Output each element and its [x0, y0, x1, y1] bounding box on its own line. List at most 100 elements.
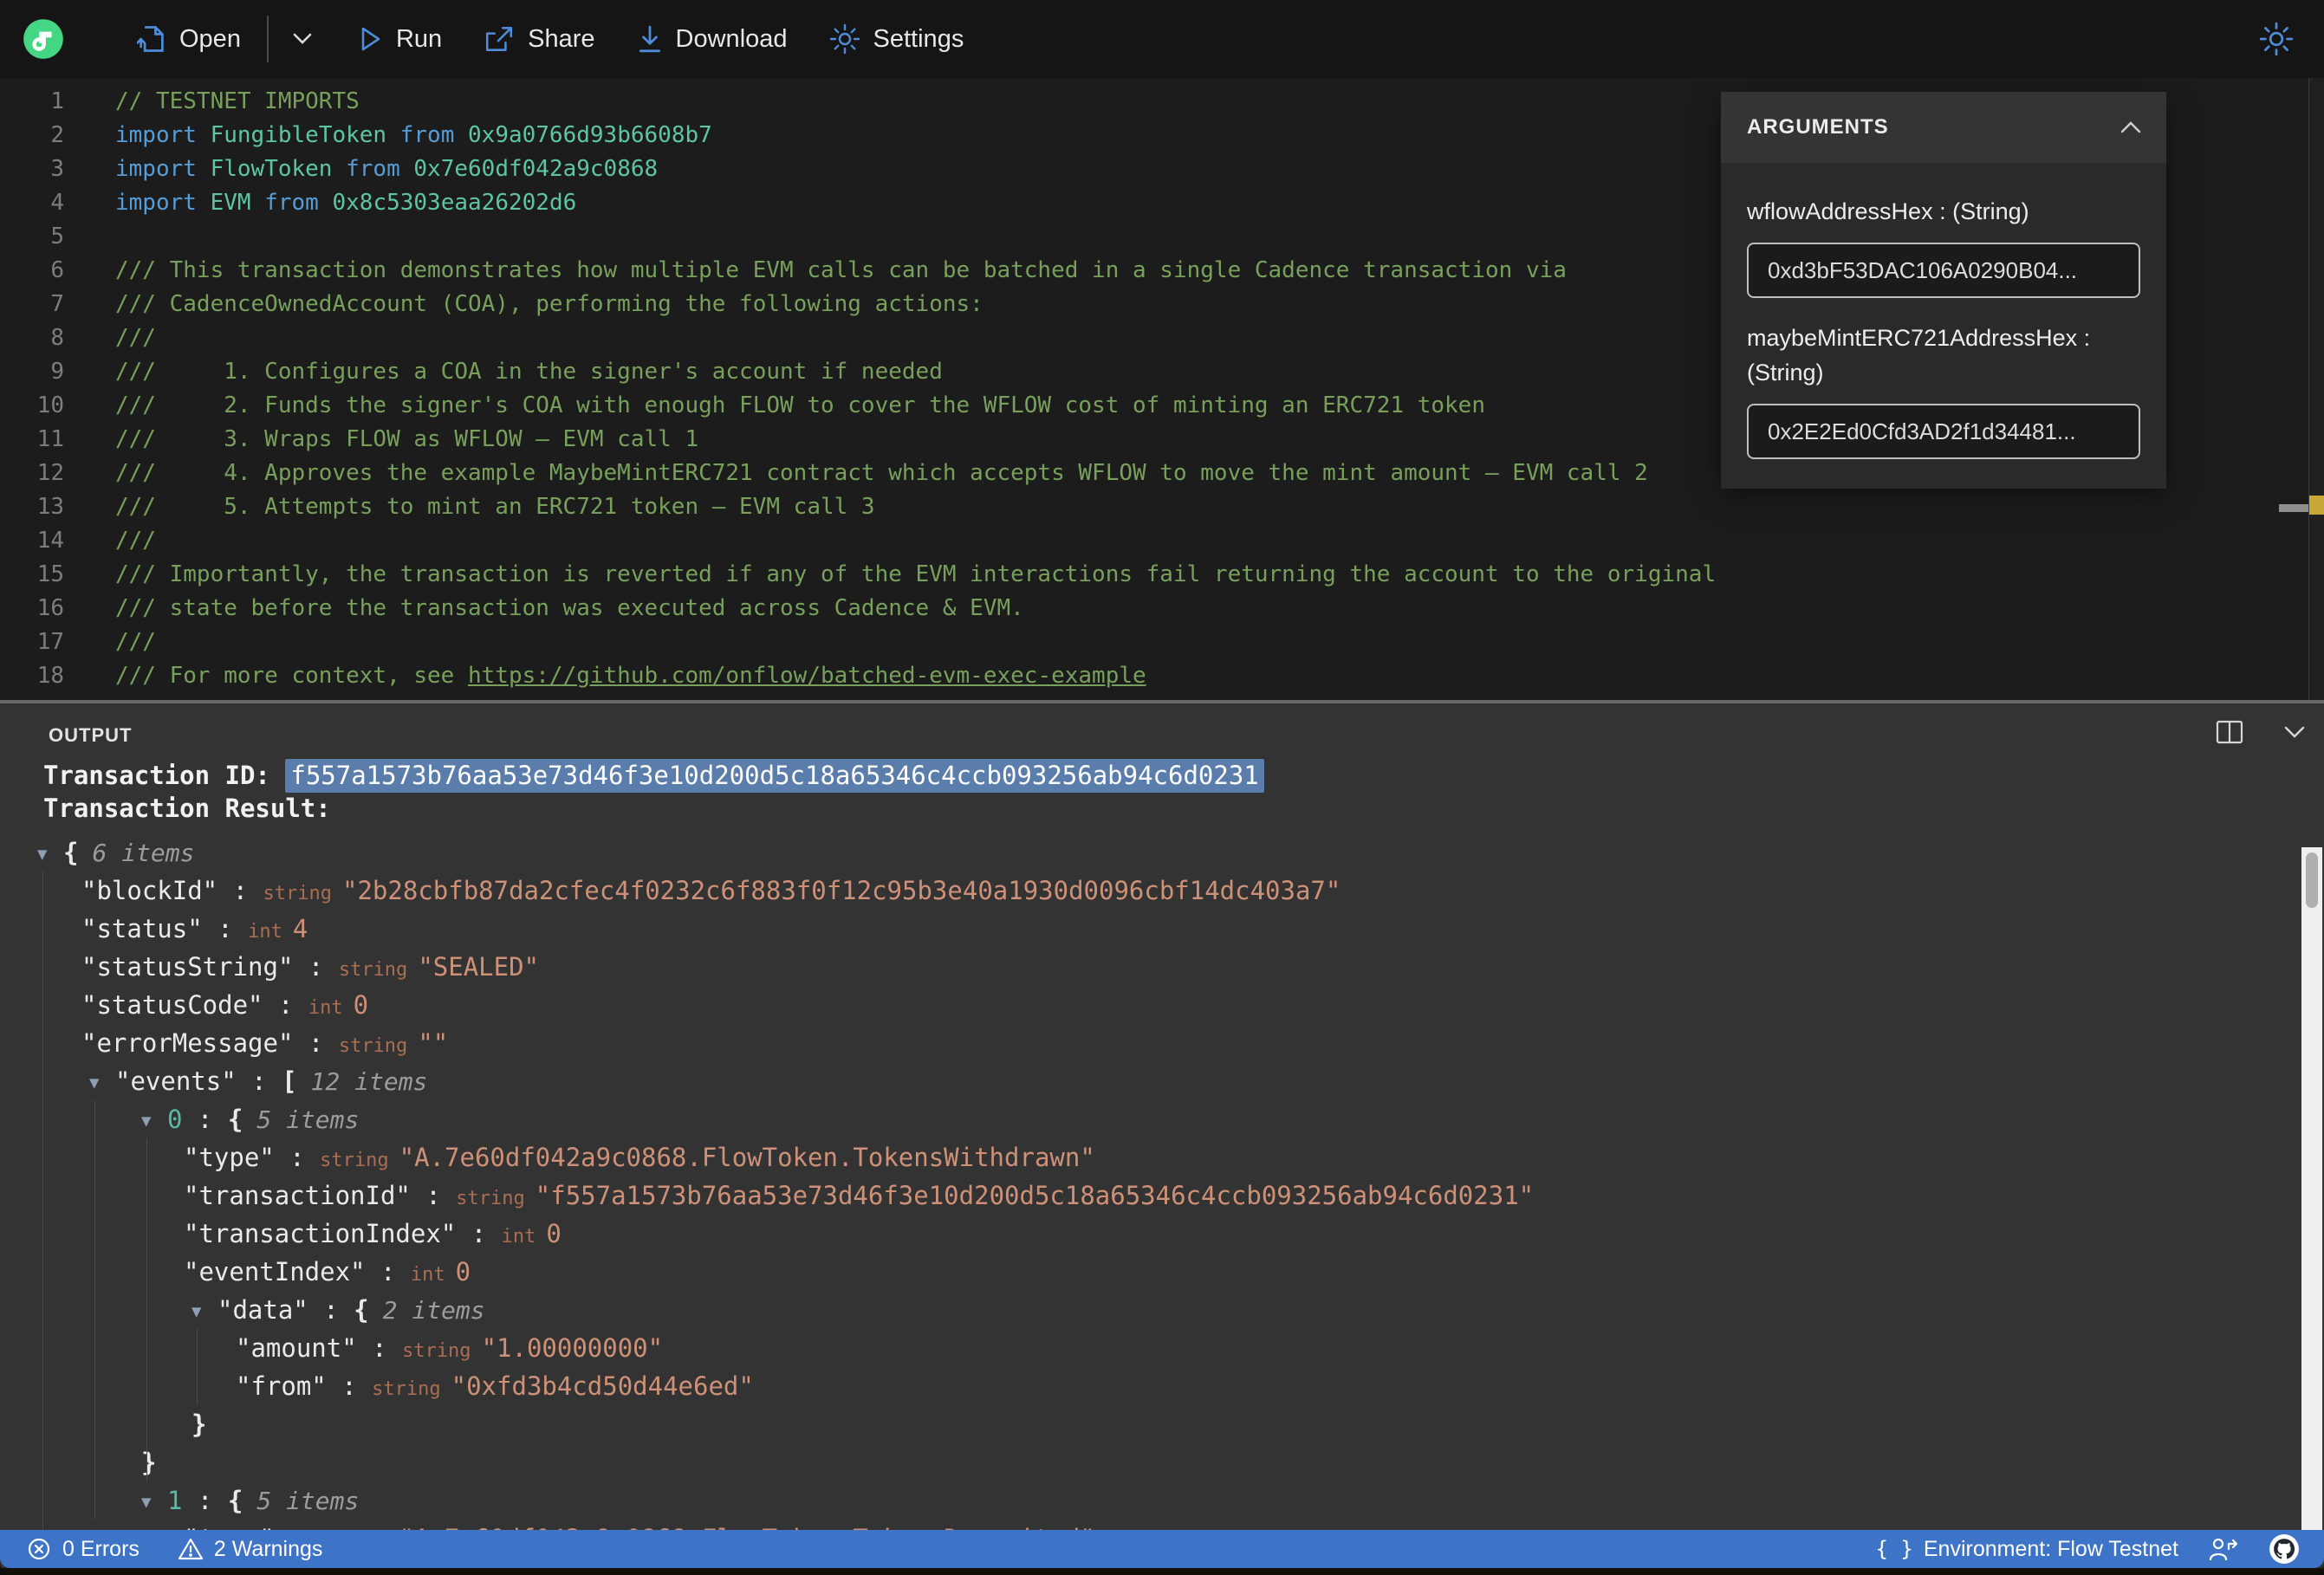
code-line: import FlowToken from 0x7e60df042a9c0868	[115, 156, 659, 182]
errors-status[interactable]: 0 Errors	[26, 1536, 140, 1562]
collapse-arrow-icon[interactable]: ▼	[192, 1293, 217, 1331]
transaction-id-label: Transaction ID:	[43, 761, 286, 790]
argument-label-0: wflowAddressHex : (String)	[1747, 198, 2029, 224]
line-number: 1	[50, 88, 64, 114]
collapse-arrow-icon[interactable]: ▼	[89, 1064, 115, 1102]
toolbar: Open Run Share Download Settings	[0, 0, 2324, 78]
line-number: 4	[50, 190, 64, 216]
line-number: 10	[36, 392, 64, 418]
share-button[interactable]: Share	[484, 24, 595, 54]
code-line: import FungibleToken from 0x9a0766d93b66…	[115, 122, 712, 148]
arguments-panel-header[interactable]: ARGUMENTS	[1721, 92, 2166, 163]
output-header: OUTPUT	[0, 703, 2324, 759]
indent-guide	[197, 1329, 198, 1405]
download-button[interactable]: Download	[637, 24, 788, 54]
output-title: OUTPUT	[49, 724, 133, 746]
download-icon	[639, 25, 660, 53]
code-line: /// 4. Approves the example MaybeMintERC…	[115, 460, 1648, 486]
json-tree-row: "amount" : string "1.00000000"	[236, 1333, 664, 1363]
collapse-arrow-icon[interactable]: ▼	[141, 1483, 167, 1521]
argument-input-1[interactable]	[1747, 404, 2140, 459]
code-line: /// 5. Attempts to mint an ERC721 token …	[115, 494, 875, 520]
json-tree-row: "statusString" : string "SEALED"	[81, 952, 539, 982]
indent-guide	[94, 1100, 95, 1520]
overview-ruler-cursor-marker	[2279, 504, 2308, 512]
json-tree-row: "errorMessage" : string ""	[81, 1028, 449, 1058]
open-file-icon	[137, 26, 164, 52]
run-button[interactable]: Run	[357, 25, 442, 54]
code-line: /// This transaction demonstrates how mu…	[115, 257, 1567, 283]
line-number: 5	[50, 224, 64, 250]
environment-label: Environment: Flow Testnet	[1923, 1536, 2178, 1561]
transaction-id-line: Transaction ID: f557a1573b76aa53e73d46f3…	[0, 759, 2324, 793]
code-area[interactable]: // TESTNET IMPORTS import FungibleToken f…	[87, 78, 1716, 700]
collapse-output-chevron-icon[interactable]	[2281, 723, 2308, 741]
line-number: 18	[36, 663, 64, 689]
arguments-fields: wflowAddressHex : (String) maybeMintERC72…	[1721, 163, 2166, 489]
json-tree-row: ▼ "data" : {2 items	[0, 1291, 2324, 1329]
line-number: 16	[36, 595, 64, 621]
open-label: Open	[179, 24, 241, 53]
output-content: Transaction ID: f557a1573b76aa53e73d46f3…	[0, 759, 2324, 1558]
overview-ruler	[2309, 78, 2324, 700]
overview-ruler-warning-marker	[2309, 496, 2324, 515]
line-number: 17	[36, 629, 64, 655]
errors-label: 0 Errors	[62, 1536, 140, 1561]
transaction-id-value: f557a1573b76aa53e73d46f3e10d200d5c18a653…	[285, 759, 1264, 793]
json-tree-row: "blockId" : string "2b28cbfb87da2cfec4f02…	[81, 876, 1341, 905]
argument-input-0[interactable]	[1747, 243, 2140, 298]
code-line: import EVM from 0x8c5303eaa26202d6	[115, 190, 577, 216]
theme-toggle-sun-icon[interactable]	[2258, 21, 2295, 57]
warnings-status[interactable]: 2 Warnings	[178, 1537, 322, 1562]
arguments-title: ARGUMENTS	[1747, 115, 1889, 139]
flow-logo-icon	[23, 19, 63, 59]
json-tree-row: "transactionId" : string "f557a1573b76aa5…	[184, 1181, 1535, 1210]
json-tree-row: "type" : string"A.7e60df042a9c0868.FlowT…	[184, 1143, 1095, 1172]
download-label: Download	[675, 24, 788, 53]
json-tree-row: ▼{6 items	[0, 833, 2324, 872]
output-scrollbar-thumb[interactable]	[2306, 852, 2318, 908]
code-line: ///	[115, 528, 156, 554]
code-editor[interactable]: 1 2 3 4 5 6 7 8 9 10 11 12 13 14 15 16 17 18 // TESTNET I…	[0, 78, 2324, 700]
code-line: /// 2. Funds the signer's COA with enoug…	[115, 392, 1485, 418]
line-number-gutter: 1 2 3 4 5 6 7 8 9 10 11 12 13 14 15 16 17 18	[0, 78, 87, 700]
run-icon	[361, 27, 380, 51]
collapse-arrow-icon[interactable]: ▼	[141, 1102, 167, 1140]
argument-label-1: maybeMintERC721AddressHex : (String)	[1747, 325, 2091, 386]
line-number: 11	[36, 426, 64, 452]
overview-ruler-line	[2308, 78, 2309, 700]
open-button[interactable]: Open	[137, 23, 241, 55]
code-line: /// For more context, see https://github…	[115, 663, 1146, 689]
share-icon	[486, 27, 513, 51]
json-tree-row: "transactionIndex" : int 0	[184, 1219, 562, 1248]
line-number: 2	[50, 122, 64, 148]
collapse-arrow-icon[interactable]: ▼	[37, 835, 63, 873]
toolbar-separator	[266, 16, 269, 62]
transaction-result-line: Transaction Result:	[0, 792, 2324, 825]
github-icon[interactable]	[2269, 1533, 2300, 1565]
line-number: 6	[50, 257, 64, 283]
line-number: 14	[36, 528, 64, 554]
collapse-chevron-up-icon[interactable]	[2120, 120, 2142, 134]
code-line: ///	[115, 629, 156, 655]
line-number: 3	[50, 156, 64, 182]
braces-icon: { }	[1875, 1537, 1913, 1561]
open-dropdown-chevron[interactable]	[289, 30, 315, 48]
json-tree-row: ▼ 1 : {5 items	[0, 1481, 2324, 1520]
line-number: 12	[36, 460, 64, 486]
run-label: Run	[395, 24, 443, 53]
output-scrollbar[interactable]	[2301, 847, 2322, 1530]
status-bar: 0 Errors 2 Warnings { } Environment: Flo…	[0, 1530, 2324, 1568]
code-line: /// Importantly, the transaction is reve…	[115, 561, 1717, 587]
transaction-result-label: Transaction Result:	[43, 794, 331, 823]
code-line: /// state before the transaction was exe…	[115, 595, 1024, 621]
flow-runner-window: Open Run Share Download Settings 1 2 3 4…	[0, 0, 2324, 1575]
feedback-person-icon[interactable]	[2208, 1535, 2239, 1563]
settings-button[interactable]: Settings	[829, 23, 964, 55]
split-view-icon[interactable]	[2215, 719, 2244, 745]
json-tree-row: "statusCode" : int 0	[81, 990, 369, 1020]
code-link[interactable]: https://github.com/onflow/batched-evm-ex…	[468, 663, 1146, 689]
code-line: ///	[115, 325, 156, 351]
error-circle-icon	[28, 1538, 50, 1560]
environment-status[interactable]: { } Environment: Flow Testnet	[1876, 1537, 2178, 1562]
